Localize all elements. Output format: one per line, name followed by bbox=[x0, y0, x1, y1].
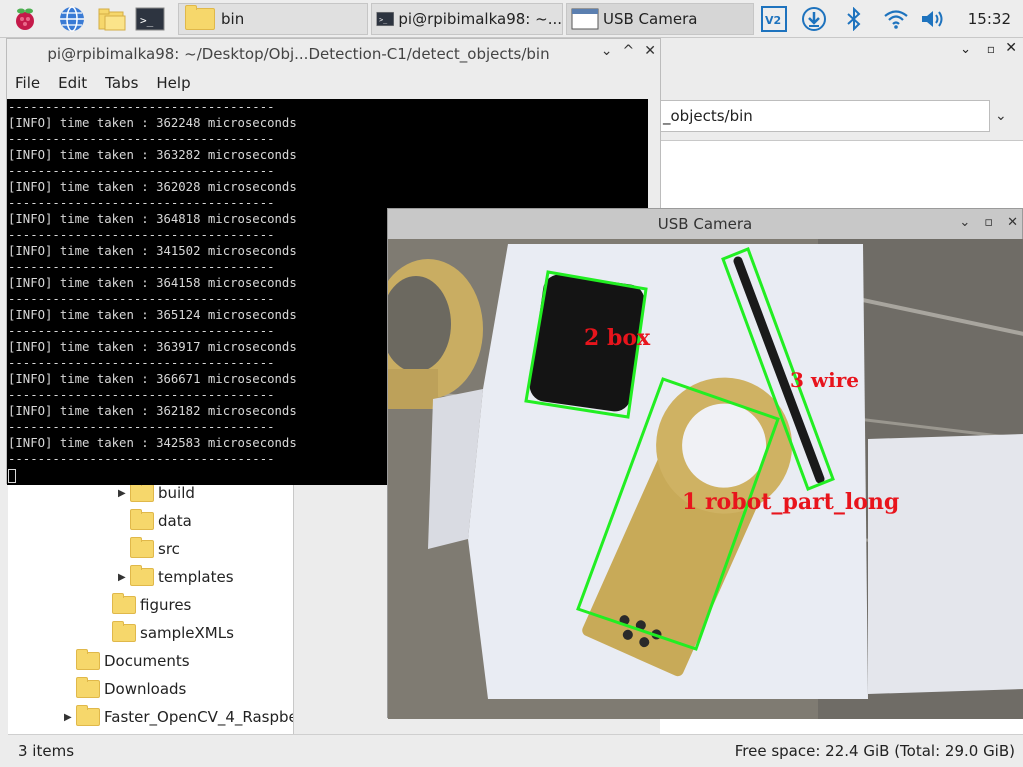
log-line: [INFO] time taken : 341502 microseconds bbox=[8, 244, 297, 258]
folder-icon bbox=[130, 537, 154, 558]
raspberry-menu-icon[interactable] bbox=[10, 4, 40, 34]
svg-text:>_: >_ bbox=[140, 14, 154, 27]
folder-icon bbox=[130, 481, 154, 502]
log-line: [INFO] time taken : 362248 microseconds bbox=[8, 116, 297, 130]
maximize-icon[interactable]: ^ bbox=[623, 43, 635, 59]
separator-line: ------------------------------------ bbox=[8, 228, 275, 242]
tree-item-faster-opencv[interactable]: ▶ Faster_OpenCV_4_Raspbe bbox=[64, 705, 293, 729]
camera-feed: 2 box 3 wire 1 robot_part_long bbox=[388, 239, 1023, 719]
camera-title: USB Camera bbox=[657, 215, 753, 233]
folder-icon bbox=[130, 509, 154, 530]
maximize-icon[interactable]: ▫ bbox=[987, 42, 995, 56]
task-bin[interactable]: bin bbox=[178, 3, 368, 35]
log-line: [INFO] time taken : 342583 microseconds bbox=[8, 436, 297, 450]
separator-line: ------------------------------------ bbox=[8, 100, 275, 114]
folder-icon bbox=[112, 593, 136, 614]
prompt-line[interactable] bbox=[8, 467, 387, 483]
separator-line: ------------------------------------ bbox=[8, 164, 275, 178]
log-line: [INFO] time taken : 365124 microseconds bbox=[8, 308, 297, 322]
terminal-title: pi@rpibimalka98: ~/Desktop/Obj...Detecti… bbox=[47, 45, 550, 63]
terminal-launcher-icon[interactable]: >_ bbox=[135, 4, 165, 34]
tree-item-templates[interactable]: ▶ templates bbox=[118, 565, 234, 589]
separator-line: ------------------------------------ bbox=[8, 324, 275, 338]
path-bar[interactable]: _objects/bin bbox=[660, 100, 990, 132]
menu-edit[interactable]: Edit bbox=[58, 74, 87, 92]
log-line: [INFO] time taken : 364818 microseconds bbox=[8, 212, 297, 226]
chevron-down-icon[interactable]: ⌄ bbox=[995, 108, 1007, 124]
documents-folder-icon bbox=[76, 649, 100, 670]
separator-line: ------------------------------------ bbox=[8, 388, 275, 402]
tree-item-data[interactable]: data bbox=[130, 509, 192, 533]
log-line: [INFO] time taken : 362028 microseconds bbox=[8, 180, 297, 194]
volume-icon[interactable] bbox=[920, 4, 948, 34]
folder-tree: ▶ build data src ▶ templates figures sam… bbox=[8, 478, 294, 758]
expand-arrow-icon[interactable]: ▶ bbox=[64, 712, 76, 723]
close-icon[interactable]: ✕ bbox=[644, 43, 656, 59]
download-icon[interactable] bbox=[800, 4, 828, 34]
log-line: [INFO] time taken : 366671 microseconds bbox=[8, 372, 297, 386]
camera-titlebar[interactable]: USB Camera ⌄ ▫ ✕ bbox=[388, 209, 1022, 239]
separator-line: ------------------------------------ bbox=[8, 292, 275, 306]
svg-text:V2: V2 bbox=[765, 14, 781, 27]
separator-line: ------------------------------------ bbox=[8, 196, 275, 210]
usb-camera-window: USB Camera ⌄ ▫ ✕ 2 box 3 wire 1 robot_pa… bbox=[387, 208, 1023, 719]
folder-icon bbox=[76, 705, 100, 726]
log-line: [INFO] time taken : 363917 microseconds bbox=[8, 340, 297, 354]
file-manager-icon[interactable] bbox=[97, 4, 127, 34]
downloads-folder-icon bbox=[76, 677, 100, 698]
menu-help[interactable]: Help bbox=[156, 74, 190, 92]
separator-line: ------------------------------------ bbox=[8, 420, 275, 434]
clock[interactable]: 15:32 bbox=[968, 10, 1011, 28]
task-usb-camera[interactable]: USB Camera bbox=[566, 3, 754, 35]
folder-icon bbox=[112, 621, 136, 642]
terminal-titlebar[interactable]: pi@rpibimalka98: ~/Desktop/Obj...Detecti… bbox=[7, 39, 660, 69]
camera-frame: 2 box 3 wire 1 robot_part_long bbox=[388, 239, 1023, 719]
close-icon[interactable]: ✕ bbox=[1007, 215, 1018, 230]
detection-label-2: 2 box bbox=[584, 325, 651, 351]
taskbar: >_ bin >_ pi@rpibimalka98: ~... USB Came… bbox=[0, 0, 1023, 38]
log-line: [INFO] time taken : 363282 microseconds bbox=[8, 148, 297, 162]
free-space: Free space: 22.4 GiB (Total: 29.0 GiB) bbox=[734, 742, 1015, 760]
tree-item-samplexmls[interactable]: sampleXMLs bbox=[112, 621, 234, 645]
terminal-cursor bbox=[8, 469, 16, 483]
log-line: [INFO] time taken : 364158 microseconds bbox=[8, 276, 297, 290]
status-bar: 3 items Free space: 22.4 GiB (Total: 29.… bbox=[8, 734, 1023, 767]
terminal-icon: >_ bbox=[376, 11, 395, 27]
separator-line: ------------------------------------ bbox=[8, 356, 275, 370]
svg-text:>_: >_ bbox=[379, 16, 388, 24]
vnc-icon[interactable]: V2 bbox=[760, 4, 788, 34]
expand-arrow-icon[interactable]: ▶ bbox=[118, 488, 130, 499]
detection-label-3: 3 wire bbox=[790, 368, 859, 392]
tree-item-downloads[interactable]: Downloads bbox=[76, 677, 186, 701]
tree-item-src[interactable]: src bbox=[130, 537, 180, 561]
menu-file[interactable]: File bbox=[15, 74, 40, 92]
tree-item-figures[interactable]: figures bbox=[112, 593, 191, 617]
bluetooth-icon[interactable] bbox=[840, 4, 868, 34]
separator-line: ------------------------------------ bbox=[8, 132, 275, 146]
terminal-output[interactable]: ------------------------------------ [IN… bbox=[7, 99, 387, 485]
expand-arrow-icon[interactable]: ▶ bbox=[118, 572, 130, 583]
close-icon[interactable]: ✕ bbox=[1005, 40, 1017, 56]
task-terminal[interactable]: >_ pi@rpibimalka98: ~... bbox=[371, 3, 563, 35]
maximize-icon[interactable]: ▫ bbox=[984, 215, 993, 230]
minimize-icon[interactable]: ⌄ bbox=[959, 215, 970, 230]
file-manager-titlebar: ⌄ ▫ ✕ bbox=[660, 38, 1023, 62]
wifi-icon[interactable] bbox=[882, 4, 910, 34]
web-browser-icon[interactable] bbox=[57, 4, 87, 34]
tree-item-documents[interactable]: Documents bbox=[76, 649, 190, 673]
item-count: 3 items bbox=[18, 742, 75, 760]
menu-tabs[interactable]: Tabs bbox=[105, 74, 138, 92]
terminal-menubar: File Edit Tabs Help bbox=[7, 69, 660, 97]
folder-icon bbox=[185, 5, 215, 30]
separator-line: ------------------------------------ bbox=[8, 260, 275, 274]
separator-line: ------------------------------------ bbox=[8, 452, 275, 466]
minimize-icon[interactable]: ⌄ bbox=[960, 42, 971, 57]
detection-label-1: 1 robot_part_long bbox=[682, 489, 899, 515]
window-icon bbox=[571, 8, 599, 30]
minimize-icon[interactable]: ⌄ bbox=[601, 43, 613, 59]
folder-icon bbox=[130, 565, 154, 586]
log-line: [INFO] time taken : 362182 microseconds bbox=[8, 404, 297, 418]
